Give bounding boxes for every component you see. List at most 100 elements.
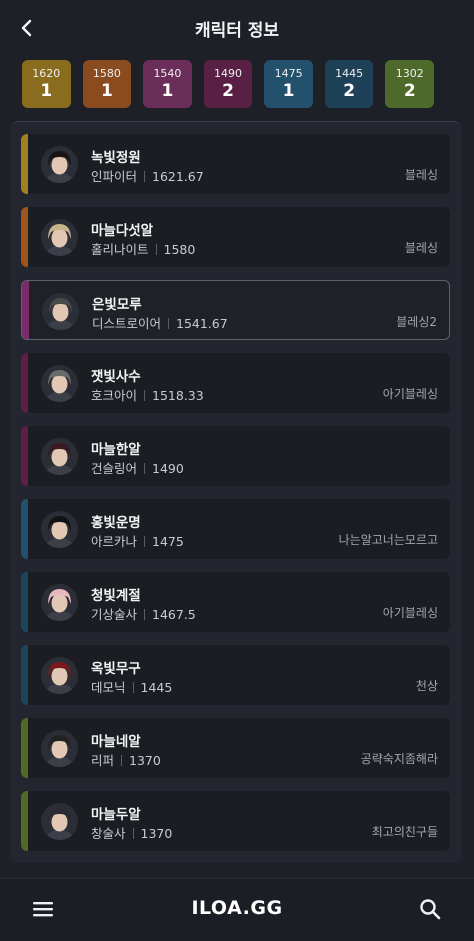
tier-level: 1490: [214, 66, 243, 80]
item-level: 1370: [129, 753, 161, 768]
tier-count: 2: [343, 80, 356, 101]
tier-badge[interactable]: 1475 1: [264, 60, 313, 108]
class-name: 창술사: [91, 826, 126, 841]
divider: [132, 828, 134, 839]
class-name: 건슬링어: [91, 461, 138, 476]
tier-count: 2: [403, 80, 416, 101]
item-level: 1467.5: [152, 607, 196, 622]
tier-summary: 1620 1 1580 1 1540 1 1490 2 1475 1 1445 2 1302 2: [22, 60, 435, 108]
tier-badge[interactable]: 1620 1: [22, 60, 71, 108]
character-card[interactable]: 마늘다섯알 홀리나이트 1580 블레싱: [21, 207, 450, 267]
class-name: 인파이터: [91, 169, 138, 184]
divider: [144, 171, 146, 182]
search-icon: [420, 899, 441, 920]
tier-color-bar: [21, 572, 28, 632]
tier-level: 1475: [274, 66, 303, 80]
tier-color-bar: [21, 207, 28, 267]
avatar: [41, 584, 78, 621]
class-info: 창술사 1370: [91, 823, 172, 842]
guild-name: 블레싱: [404, 168, 438, 182]
tier-badge[interactable]: 1302 2: [385, 60, 435, 108]
tier-color-bar: [21, 645, 28, 705]
class-info: 기상술사 1467.5: [91, 604, 196, 623]
class-name: 리퍼: [91, 753, 115, 768]
character-card[interactable]: 옥빛무구 데모닉 1445 천상: [21, 645, 450, 705]
class-info: 리퍼 1370: [91, 750, 161, 769]
divider: [121, 755, 123, 766]
tier-color-bar: [21, 426, 28, 486]
header: 캐릭터 정보: [0, 0, 474, 56]
character-name: 잿빛사수: [91, 369, 141, 385]
divider: [144, 609, 146, 620]
divider: [132, 682, 134, 693]
character-name: 마늘다섯알: [91, 223, 154, 239]
avatar: [41, 146, 78, 183]
tier-color-bar: [22, 281, 29, 339]
tier-level: 1302: [395, 66, 424, 80]
character-card[interactable]: 녹빛정원인파이터 1621.67 블레싱: [21, 134, 450, 194]
avatar: [41, 657, 78, 694]
avatar: [41, 803, 78, 840]
divider: [144, 536, 146, 547]
character-card[interactable]: 은빛모루 디스트로이어 1541.67 블레싱2: [21, 280, 450, 340]
site-logo[interactable]: ILOA.GG: [0, 897, 474, 919]
avatar: [41, 438, 78, 475]
tier-count: 1: [100, 80, 113, 101]
avatar: [41, 365, 78, 402]
tier-color-bar: [21, 791, 28, 851]
guild-name: 나는알고너는모르고: [338, 533, 438, 547]
class-name: 호크아이: [91, 388, 138, 403]
class-name: 디스트로이어: [92, 316, 162, 331]
tier-count: 1: [40, 80, 53, 101]
search-button[interactable]: [418, 897, 442, 921]
item-level: 1445: [140, 680, 173, 695]
character-name: 청빛계절: [91, 588, 141, 604]
class-info: 데모닉 1445: [91, 677, 172, 696]
character-card[interactable]: 마늘네알리퍼 1370 공략숙지좀해라: [21, 718, 450, 778]
character-card[interactable]: 마늘한알 건슬링어 1490: [21, 426, 450, 486]
character-name: 마늘두알: [91, 807, 141, 823]
divider: [168, 318, 170, 329]
tier-count: 1: [282, 80, 295, 101]
character-name: 녹빛정원: [91, 150, 141, 166]
character-card[interactable]: 마늘두알창술사 1370 최고의친구들: [21, 791, 450, 851]
bottom-bar: ILOA.GG: [0, 878, 474, 941]
tier-color-bar: [21, 499, 28, 559]
guild-name: 블레싱2: [396, 315, 437, 329]
character-name: 마늘네알: [91, 734, 141, 750]
class-info: 건슬링어 1490: [91, 458, 184, 477]
class-name: 홀리나이트: [91, 242, 149, 257]
tier-badge[interactable]: 1540 1: [143, 60, 192, 108]
tier-level: 1540: [153, 66, 182, 80]
character-name: 옥빛무구: [91, 661, 141, 677]
item-level: 1490: [152, 461, 184, 476]
character-card[interactable]: 홍빛운명 아르카나 1475 나는알고너는모르고: [21, 499, 450, 559]
tier-color-bar: [21, 134, 28, 194]
character-name: 홍빛운명: [91, 515, 141, 531]
item-level: 1370: [140, 826, 173, 841]
page-title: 캐릭터 정보: [194, 21, 280, 41]
avatar: [41, 511, 78, 548]
class-info: 호크아이 1518.33: [91, 385, 204, 404]
guild-name: 공략숙지좀해라: [360, 752, 438, 766]
character-name: 은빛모루: [92, 297, 142, 313]
divider: [155, 244, 157, 255]
tier-color-bar: [21, 353, 28, 413]
tier-badge[interactable]: 1445 2: [324, 60, 374, 108]
tier-level: 1445: [335, 66, 364, 80]
divider: [144, 463, 146, 474]
tier-badge[interactable]: 1580 1: [82, 60, 132, 108]
tier-count: 2: [222, 80, 234, 101]
item-level: 1621.67: [152, 169, 204, 184]
item-level: 1475: [152, 534, 184, 549]
tier-badge[interactable]: 1490 2: [203, 60, 253, 108]
character-card[interactable]: 청빛계절 기상술사 1467.5 아기블레싱: [21, 572, 450, 632]
guild-name: 최고의친구들: [371, 825, 438, 839]
tier-level: 1620: [32, 66, 61, 80]
class-name: 데모닉: [91, 680, 126, 695]
character-card[interactable]: 잿빛사수 호크아이 1518.33 아기블레싱: [21, 353, 450, 413]
tier-count: 1: [161, 80, 174, 101]
tier-level: 1580: [92, 66, 121, 80]
avatar: [41, 219, 78, 256]
item-level: 1580: [163, 242, 196, 257]
